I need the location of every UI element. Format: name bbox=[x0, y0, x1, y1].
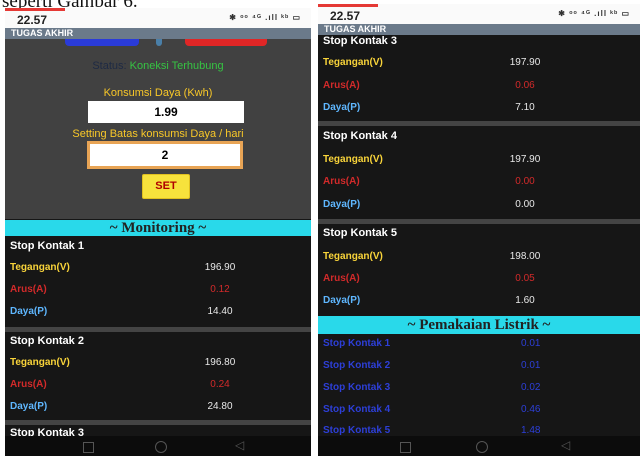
arus-value: 0.12 bbox=[210, 284, 230, 295]
home-icon[interactable] bbox=[155, 441, 167, 453]
status-bar: 22.57 ✱ ᵒᵒ ⁴ᴳ .ıll ᵏᵇ ▭ bbox=[318, 4, 640, 24]
daya-value: 24.80 bbox=[207, 401, 233, 412]
arus-value: 0.24 bbox=[210, 379, 230, 390]
phone-screen-right: 22.57 ✱ ᵒᵒ ⁴ᴳ .ıll ᵏᵇ ▭ TUGAS AKHIR Stop… bbox=[318, 4, 640, 456]
status-value: Koneksi Terhubung bbox=[129, 60, 224, 72]
tegangan-label: Tegangan(V) bbox=[323, 251, 383, 262]
tegangan-label: Tegangan(V) bbox=[10, 357, 70, 368]
konsumsi-label: Konsumsi Daya (Kwh) bbox=[103, 87, 213, 99]
kontak-title: Stop Kontak 2 bbox=[10, 335, 84, 347]
tegangan-value: 198.00 bbox=[509, 251, 541, 262]
monitoring-header: ~ Monitoring ~ bbox=[5, 220, 311, 236]
daya-value: 7.10 bbox=[515, 102, 535, 113]
tegangan-value: 196.80 bbox=[204, 357, 236, 368]
status-bar: 22.57 ✱ ᵒᵒ ⁴ᴳ .ıll ᵏᵇ ▭ bbox=[5, 8, 311, 28]
usage-value: 0.46 bbox=[521, 404, 541, 415]
divider bbox=[318, 121, 640, 126]
notification-bar-accent bbox=[5, 8, 65, 11]
daya-label: Daya(P) bbox=[10, 306, 48, 317]
stop-kontak-1: Stop Kontak 1 Tegangan(V) 196.90 Arus(A)… bbox=[5, 237, 311, 327]
status-key: Status: bbox=[92, 60, 127, 72]
arus-label: Arus(A) bbox=[10, 379, 47, 390]
pemakaian-header: ~ Pemakaian Listrik ~ bbox=[318, 316, 640, 334]
tegangan-label: Tegangan(V) bbox=[323, 57, 383, 68]
daya-label: Daya(P) bbox=[323, 199, 361, 210]
set-button[interactable]: SET bbox=[142, 174, 190, 199]
kontak-title: Stop Kontak 4 bbox=[323, 130, 397, 142]
kontak-title: Stop Kontak 3 bbox=[323, 35, 397, 47]
indicator-red bbox=[185, 39, 267, 46]
konsumsi-display: 1.99 bbox=[88, 101, 244, 123]
daya-value: 14.40 bbox=[207, 306, 233, 317]
arus-label: Arus(A) bbox=[323, 273, 360, 284]
app-title: TUGAS AKHIR bbox=[318, 24, 640, 35]
divider bbox=[5, 420, 311, 425]
usage-value: 0.01 bbox=[521, 338, 541, 349]
back-icon[interactable]: ◁ bbox=[235, 438, 244, 452]
usage-label: Stop Kontak 1 bbox=[323, 338, 391, 349]
usage-label: Stop Kontak 4 bbox=[323, 404, 391, 415]
setting-input[interactable]: 2 bbox=[87, 141, 243, 169]
notification-bar-accent bbox=[318, 4, 378, 7]
usage-value: 1.48 bbox=[521, 425, 541, 436]
usage-value: 0.01 bbox=[521, 360, 541, 371]
back-icon[interactable]: ◁ bbox=[561, 438, 570, 452]
daya-label: Daya(P) bbox=[10, 401, 48, 412]
kontak-title: Stop Kontak 5 bbox=[323, 227, 397, 239]
recent-apps-icon[interactable] bbox=[83, 442, 94, 453]
usage-label: Stop Kontak 5 bbox=[323, 425, 391, 436]
connection-status: Status: Koneksi Terhubung bbox=[5, 60, 311, 72]
tegangan-value: 196.90 bbox=[204, 262, 236, 273]
usage-value: 0.02 bbox=[521, 382, 541, 393]
tegangan-value: 197.90 bbox=[509, 154, 541, 165]
nav-bar: ◁ bbox=[318, 436, 640, 456]
arus-value: 0.00 bbox=[515, 176, 535, 187]
indicator-blue bbox=[65, 39, 139, 46]
tegangan-label: Tegangan(V) bbox=[323, 154, 383, 165]
tegangan-label: Tegangan(V) bbox=[10, 262, 70, 273]
usage-label: Stop Kontak 3 bbox=[323, 382, 391, 393]
clock: 22.57 bbox=[330, 9, 361, 23]
arus-label: Arus(A) bbox=[323, 176, 360, 187]
control-panel: Status: Koneksi Terhubung Konsumsi Daya … bbox=[5, 39, 311, 219]
indicator-small bbox=[156, 39, 162, 46]
arus-value: 0.06 bbox=[515, 80, 535, 91]
status-icons: ✱ ᵒᵒ ⁴ᴳ .ıll ᵏᵇ ▭ bbox=[558, 9, 630, 18]
phone-screen-left: 22.57 ✱ ᵒᵒ ⁴ᴳ .ıll ᵏᵇ ▭ TUGAS AKHIR Stat… bbox=[5, 8, 311, 456]
kontak-title: Stop Kontak 1 bbox=[10, 240, 84, 252]
app-title: TUGAS AKHIR bbox=[5, 28, 311, 39]
home-icon[interactable] bbox=[476, 441, 488, 453]
arus-value: 0.05 bbox=[515, 273, 535, 284]
nav-bar: ◁ bbox=[5, 436, 311, 456]
status-icons: ✱ ᵒᵒ ⁴ᴳ .ıll ᵏᵇ ▭ bbox=[229, 13, 301, 22]
stop-kontak-2: Stop Kontak 2 Tegangan(V) 196.80 Arus(A)… bbox=[5, 332, 311, 422]
arus-label: Arus(A) bbox=[10, 284, 47, 295]
setting-label: Setting Batas konsumsi Daya / hari bbox=[72, 128, 244, 140]
daya-label: Daya(P) bbox=[323, 295, 361, 306]
daya-value: 0.00 bbox=[515, 199, 535, 210]
clock: 22.57 bbox=[17, 13, 48, 27]
daya-value: 1.60 bbox=[515, 295, 535, 306]
arus-label: Arus(A) bbox=[323, 80, 360, 91]
recent-apps-icon[interactable] bbox=[400, 442, 411, 453]
daya-label: Daya(P) bbox=[323, 102, 361, 113]
divider bbox=[318, 219, 640, 224]
usage-label: Stop Kontak 2 bbox=[323, 360, 391, 371]
tegangan-value: 197.90 bbox=[509, 57, 541, 68]
